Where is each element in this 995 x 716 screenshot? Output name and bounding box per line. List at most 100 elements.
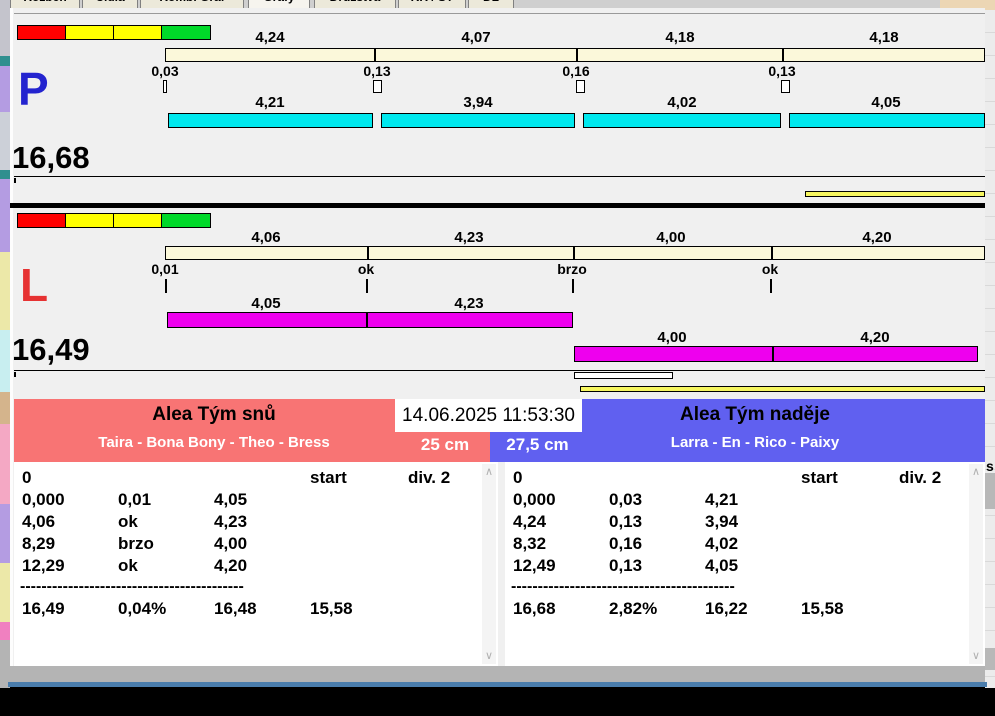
table-cell: 4,23 xyxy=(214,512,248,531)
p-leg-label: 3,94 xyxy=(463,94,493,111)
l-leg-label: 4,05 xyxy=(251,295,281,312)
legend-yellow-block xyxy=(113,25,162,40)
background-stripe xyxy=(0,252,10,330)
table-left-scrollbar[interactable]: ∧ ∨ xyxy=(482,464,496,664)
table-cell: 4,20 xyxy=(214,556,248,575)
table-start-header: start xyxy=(310,468,347,487)
table-right-scrollbar[interactable]: ∧ ∨ xyxy=(969,464,983,664)
l-leg-label: 4,23 xyxy=(454,295,484,312)
p-leg-label: 4,02 xyxy=(667,94,697,111)
p-leg-bar xyxy=(789,113,985,128)
table-cell: 0,13 xyxy=(609,512,643,531)
p-split-label: 4,07 xyxy=(461,29,491,46)
p-split-bar xyxy=(165,48,985,62)
table-total: 15,58 xyxy=(801,599,844,618)
team-left-members: Taira - Bona Bony - Theo - Bress xyxy=(98,434,330,451)
l-leg-bar-row2 xyxy=(574,346,978,362)
l-split-label: 4,20 xyxy=(862,229,892,246)
team-right-table xyxy=(505,462,985,666)
lane-p-total-time: 16,68 xyxy=(12,140,90,175)
team-left-table xyxy=(14,462,498,666)
bar-divider xyxy=(771,246,773,260)
team-right-members: Larra - En - Rico - Paixy xyxy=(670,434,840,451)
table-total: 16,22 xyxy=(705,599,748,618)
background-stripe xyxy=(0,0,10,56)
l-leg-label: 4,00 xyxy=(657,329,687,346)
table-div-header: div. 2 xyxy=(408,468,451,487)
p-leg-bar xyxy=(583,113,781,128)
background-stripe xyxy=(0,424,10,504)
panel-groove-line xyxy=(14,13,985,14)
tab-dl[interactable]: DL xyxy=(468,0,514,8)
tab-grafy-active[interactable]: Grafy xyxy=(248,0,310,8)
legend-green-block xyxy=(161,213,211,228)
background-stripe xyxy=(0,640,10,688)
tab-kombi-graf[interactable]: Kombi Graf xyxy=(140,0,244,8)
tab-rozbeh[interactable]: Rozběh xyxy=(10,0,80,8)
bar-divider xyxy=(576,48,578,62)
l-diff-marker xyxy=(165,279,167,293)
p-progress-bar xyxy=(805,191,985,197)
l-diff-marker xyxy=(366,279,368,293)
background-stripe xyxy=(0,56,10,66)
p-leg-label: 4,05 xyxy=(871,94,901,111)
table-cell: 4,00 xyxy=(214,534,248,553)
p-diff-marker xyxy=(576,80,585,93)
table-total: 0,04% xyxy=(118,599,167,618)
table-total: 2,82% xyxy=(609,599,658,618)
table-cell: ok xyxy=(118,556,138,575)
tab-kr-st[interactable]: KR / ST xyxy=(398,0,466,8)
l-split-label: 4,23 xyxy=(454,229,484,246)
right-strip-text: s xyxy=(986,458,994,474)
table-cell: 0,000 xyxy=(22,490,65,509)
l-diff-label: ok xyxy=(357,261,375,277)
tab-druzstva[interactable]: Družstva xyxy=(314,0,396,8)
p-split-label: 4,24 xyxy=(255,29,285,46)
scroll-down-icon[interactable]: ∨ xyxy=(969,650,983,662)
table-cell: 4,05 xyxy=(705,556,739,575)
lane-divider xyxy=(10,203,985,208)
table-cell: 8,32 xyxy=(513,534,547,553)
l-diff-label: brzo xyxy=(557,261,587,277)
lane-p-letter: P xyxy=(18,63,49,115)
p-leg-bar xyxy=(381,113,575,128)
lane-p-baseline xyxy=(14,176,985,177)
team-right-name: Alea Tým naděje xyxy=(680,404,830,425)
background-stripe xyxy=(0,504,10,563)
right-strip-block xyxy=(985,473,995,509)
table-cell: 12,29 xyxy=(22,556,65,575)
table-cell: 4,02 xyxy=(705,534,739,553)
p-diff-label: 0,13 xyxy=(363,63,391,79)
right-edge-strip: s xyxy=(985,10,995,688)
table-cell: 0,13 xyxy=(609,556,643,575)
tab-label: KR / ST xyxy=(411,0,454,4)
table-cell: 4,24 xyxy=(513,512,547,531)
table-cell: 0,01 xyxy=(118,490,152,509)
tab-label: Kombi Graf xyxy=(159,0,224,4)
table-cell: ok xyxy=(118,512,138,531)
p-split-label: 4,18 xyxy=(665,29,695,46)
window-bottom-band xyxy=(10,666,985,682)
lane-l-total-time: 16,49 xyxy=(12,332,90,367)
table-cell: 4,05 xyxy=(214,490,248,509)
bar-divider xyxy=(573,246,575,260)
background-stripe xyxy=(0,179,10,252)
table-cell: 12,49 xyxy=(513,556,556,575)
l-empty-box xyxy=(574,372,673,379)
lane-l-letter: L xyxy=(20,259,49,311)
table-cell: 4,21 xyxy=(705,490,739,509)
bar-divider xyxy=(367,246,369,260)
table-cell: brzo xyxy=(118,534,154,553)
tab-cidla[interactable]: Čidla xyxy=(82,0,138,8)
legend-red-block xyxy=(17,213,66,228)
scroll-down-icon[interactable]: ∨ xyxy=(482,650,496,662)
tab-label: Grafy xyxy=(263,0,294,4)
p-diff-marker xyxy=(373,80,382,93)
table-cell: 0,000 xyxy=(513,490,556,509)
table-total: 16,68 xyxy=(513,599,556,618)
scroll-up-icon[interactable]: ∧ xyxy=(969,466,983,478)
table-cell: 4,06 xyxy=(22,512,56,531)
scroll-up-icon[interactable]: ∧ xyxy=(482,466,496,478)
table-cell: 0 xyxy=(513,468,523,487)
background-stripe xyxy=(0,330,10,392)
